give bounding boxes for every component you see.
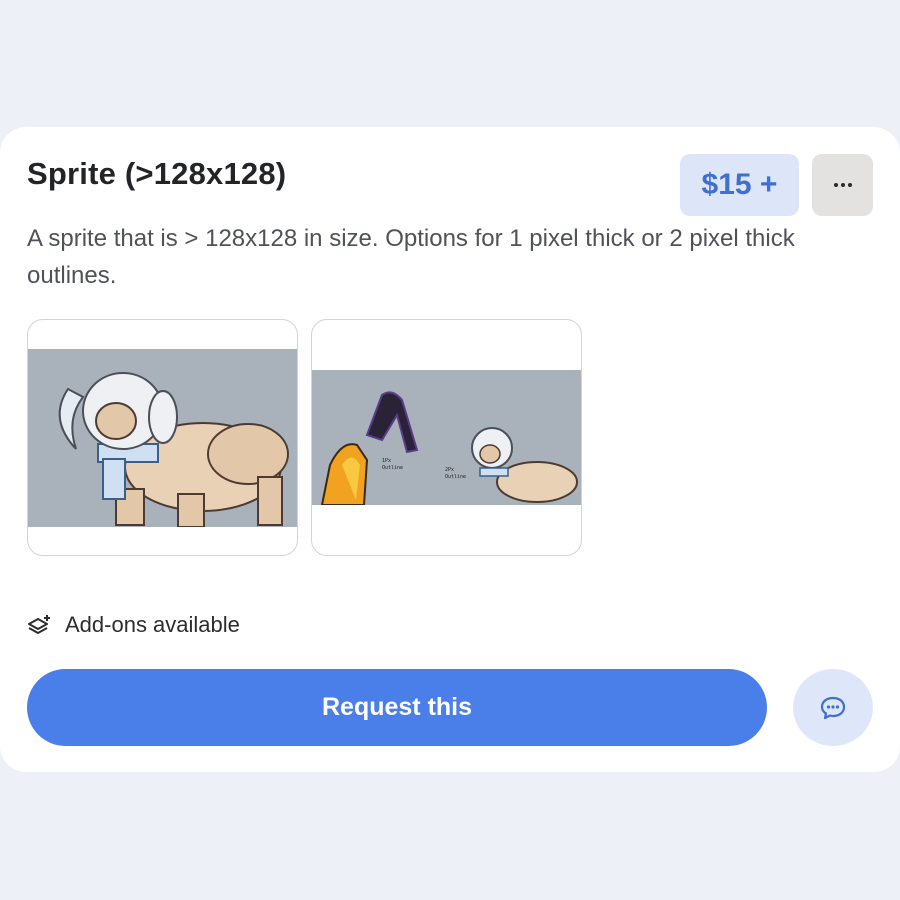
sprite-outline-comparison-image: 1Px Outline 2Px Outline	[312, 370, 581, 505]
layers-plus-icon	[28, 615, 50, 634]
svg-text:2Px: 2Px	[445, 467, 454, 473]
addons-indicator: Add-ons available	[27, 612, 240, 638]
svg-text:Outline: Outline	[445, 474, 466, 480]
gallery-thumbnail-1[interactable]	[27, 319, 298, 556]
product-title: Sprite (>128x128)	[27, 156, 287, 191]
svg-text:Outline: Outline	[382, 465, 403, 471]
chat-bubble-icon	[820, 696, 846, 719]
gallery-thumbnail-2[interactable]: 1Px Outline 2Px Outline	[311, 319, 582, 556]
sprite-creature-image	[28, 349, 297, 527]
more-options-button[interactable]	[812, 154, 873, 216]
ellipsis-icon	[833, 183, 838, 187]
request-button[interactable]: Request this	[27, 669, 767, 746]
chat-button[interactable]	[793, 669, 873, 746]
product-description: A sprite that is > 128x128 in size. Opti…	[27, 225, 795, 289]
svg-text:1Px: 1Px	[382, 458, 391, 464]
addons-label: Add-ons available	[65, 612, 240, 637]
price-button[interactable]: $15 +	[680, 154, 799, 216]
